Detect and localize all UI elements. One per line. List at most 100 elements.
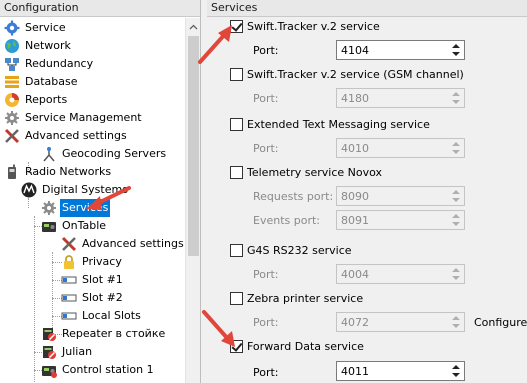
etm-label: Extended Text Messaging service	[247, 117, 430, 131]
tree-item-ontable[interactable]: OnTable	[41, 217, 108, 235]
g4s-port-label: Port:	[253, 268, 279, 281]
tree-guide-line	[52, 252, 53, 334]
tree-item-julian[interactable]: Julian	[41, 343, 94, 361]
etm-checkbox-row[interactable]: Extended Text Messaging service	[230, 116, 430, 132]
repeater-icon	[41, 344, 57, 360]
tree-item-label: Local Slots	[82, 309, 141, 322]
slot-icon	[61, 272, 77, 288]
telemetry-events-port-input: 8091	[336, 210, 465, 230]
tree-item-advanced-settings[interactable]: Advanced settings	[4, 127, 129, 145]
swift-tracker-checkbox-row[interactable]: Swift.Tracker v.2 service	[230, 18, 380, 34]
g4s-checkbox-row[interactable]: G4S RS232 service	[230, 242, 352, 258]
tree-item-services[interactable]: Services	[41, 199, 111, 217]
spin-arrows[interactable]	[451, 42, 462, 58]
arrow-up-icon	[452, 268, 460, 272]
etm-port-input: 4010	[336, 138, 465, 158]
tree-item-label: Radio Networks	[25, 165, 112, 178]
tree-item-control-station-1[interactable]: Control station 1	[41, 361, 156, 379]
swift-tracker-gsm-checkbox[interactable]	[230, 67, 243, 81]
forward-data-label: Forward Data service	[247, 339, 364, 353]
arrow-down-icon[interactable]	[452, 373, 460, 377]
zebra-configure-link[interactable]: Configure	[474, 316, 527, 329]
service-extended-text-messaging: Extended Text Messaging service	[230, 116, 430, 132]
arrow-down-icon	[452, 222, 460, 226]
zebra-checkbox[interactable]	[230, 291, 243, 305]
tree-item-service-management[interactable]: Service Management	[4, 109, 144, 127]
radio-device-icon	[41, 218, 57, 234]
tree-item-radio-networks[interactable]: Radio Networks	[4, 163, 113, 181]
arrow-down-icon[interactable]	[452, 52, 460, 56]
tree-item-service[interactable]: Service	[4, 19, 68, 37]
g4s-checkbox[interactable]	[230, 243, 243, 257]
port-value: 4004	[341, 268, 369, 281]
radio-icon	[4, 164, 20, 180]
tree-item-network[interactable]: Network	[4, 37, 73, 55]
telemetry-checkbox[interactable]	[230, 165, 243, 179]
tree-item-label: Advanced settings	[82, 237, 184, 250]
tree-item-digital-systems[interactable]: Digital Systems	[21, 181, 130, 199]
database-icon	[4, 74, 20, 90]
etm-port-label: Port:	[253, 142, 279, 155]
tree-item-local-slots[interactable]: Local Slots	[61, 307, 143, 325]
spin-arrows[interactable]	[451, 363, 462, 379]
globe-icon	[4, 38, 20, 54]
port-value: 4180	[341, 92, 369, 105]
scroll-thumb[interactable]	[188, 36, 199, 256]
tree-item-label: Service	[25, 21, 66, 34]
tree-item-redundancy[interactable]: Redundancy	[4, 55, 95, 73]
arrow-up-icon[interactable]	[452, 365, 460, 369]
tree-item-reports[interactable]: Reports	[4, 91, 69, 109]
tree-item-repeater[interactable]: Repeater в стойке	[41, 325, 167, 343]
configuration-tree[interactable]: Service Network Redundancy Database Repo…	[0, 18, 185, 383]
services-panel: Services Swift.Tracker v.2 service Port:…	[207, 0, 527, 383]
swift-tracker-gsm-port-input: 4180	[336, 88, 465, 108]
telemetry-requests-port-label: Requests port:	[253, 190, 334, 203]
tree-item-slot-1[interactable]: Slot #1	[61, 271, 125, 289]
g4s-port-input: 4004	[336, 264, 465, 284]
spin-arrows	[451, 266, 462, 282]
tree-item-ontable-advanced-settings[interactable]: Advanced settings	[61, 235, 185, 253]
spin-arrows	[451, 90, 462, 106]
scroll-up-button[interactable]	[186, 18, 201, 34]
arrow-up-icon[interactable]	[452, 44, 460, 48]
tree-item-slot-2[interactable]: Slot #2	[61, 289, 125, 307]
service-swift-tracker-gsm: Swift.Tracker v.2 service (GSM channel)	[230, 66, 464, 82]
spin-arrows	[451, 188, 462, 204]
swift-tracker-gsm-label: Swift.Tracker v.2 service (GSM channel)	[247, 67, 464, 81]
arrow-down-icon	[452, 150, 460, 154]
swift-tracker-port-label: Port:	[253, 44, 279, 57]
tree-item-database[interactable]: Database	[4, 73, 80, 91]
tools-icon	[61, 236, 77, 252]
gear-blue-icon	[4, 20, 20, 36]
tree-item-label: Repeater в стойке	[62, 327, 166, 340]
swift-tracker-checkbox[interactable]	[230, 19, 243, 33]
tree-item-privacy[interactable]: Privacy	[61, 253, 124, 271]
etm-checkbox[interactable]	[230, 117, 243, 131]
telemetry-checkbox-row[interactable]: Telemetry service Novox	[230, 164, 382, 180]
arrow-up-icon	[452, 316, 460, 320]
forward-data-port-input[interactable]: 4011	[336, 361, 465, 381]
tree-item-label: Control station 1	[62, 363, 154, 376]
swift-tracker-port-input[interactable]: 4104	[336, 40, 465, 60]
tree-item-label: Advanced settings	[25, 129, 127, 142]
service-g4s-rs232: G4S RS232 service	[230, 242, 352, 258]
zebra-checkbox-row[interactable]: Zebra printer service	[230, 290, 363, 306]
network-icon	[4, 56, 20, 72]
gear-gray-icon	[4, 110, 20, 126]
g4s-label: G4S RS232 service	[247, 243, 352, 257]
radio-device-icon	[41, 362, 57, 378]
arrow-down-icon	[452, 324, 460, 328]
tree-guide-line	[28, 198, 29, 208]
tree-item-geocoding-servers[interactable]: Geocoding Servers	[41, 145, 168, 163]
forward-data-checkbox-row[interactable]: Forward Data service	[230, 338, 364, 354]
tree-scrollbar[interactable]	[185, 18, 200, 383]
swift-tracker-gsm-checkbox-row[interactable]: Swift.Tracker v.2 service (GSM channel)	[230, 66, 464, 82]
arrow-down-icon	[452, 198, 460, 202]
arrow-up-icon	[452, 190, 460, 194]
port-value: 8091	[341, 214, 369, 227]
lock-icon	[61, 254, 77, 270]
swift-tracker-label: Swift.Tracker v.2 service	[247, 19, 380, 33]
forward-data-checkbox[interactable]	[230, 339, 243, 353]
tree-item-label: Julian	[62, 345, 93, 358]
repeater-icon	[41, 326, 57, 342]
